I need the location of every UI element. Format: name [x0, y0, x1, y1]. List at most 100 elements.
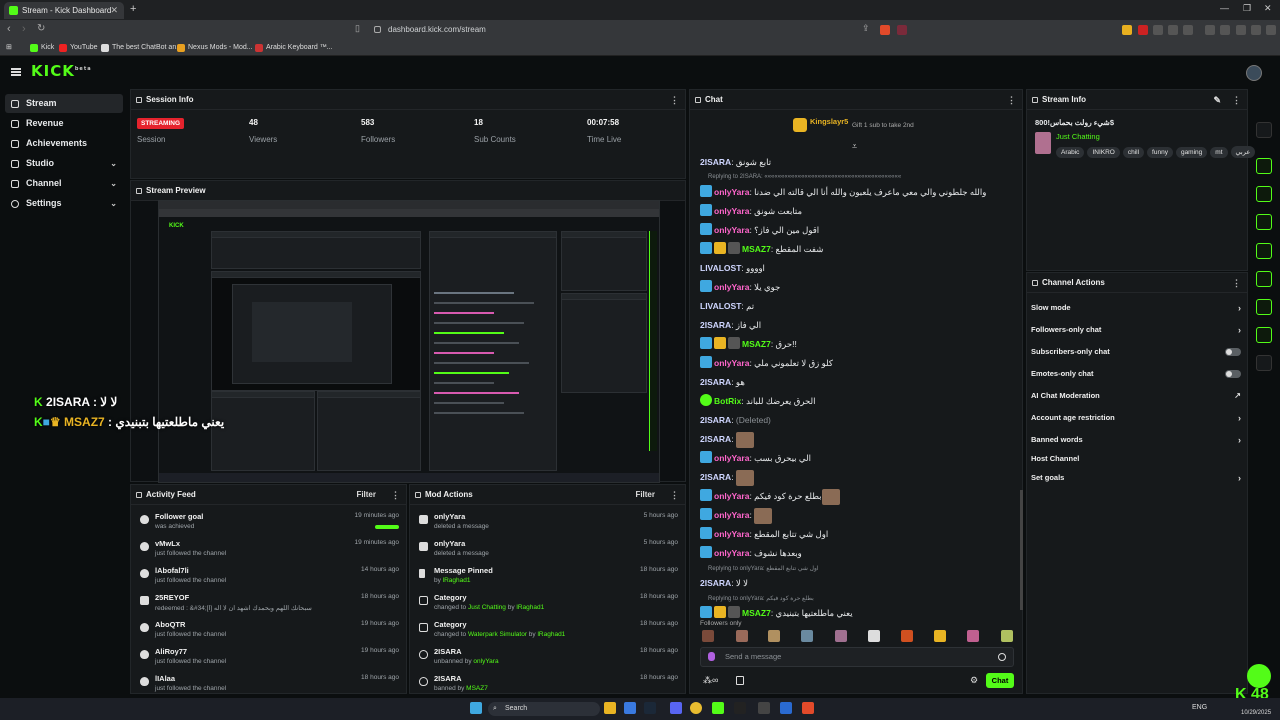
chat-message[interactable]: onlyYara: الي بيحرق بسب: [700, 450, 1020, 466]
phone-icon[interactable]: [1256, 214, 1272, 230]
sidebar-icon[interactable]: [1220, 25, 1230, 35]
chat-message[interactable]: BotRix: الحرق يعرضك للباند: [700, 393, 1020, 409]
more-options-icon[interactable]: ⋮: [670, 485, 679, 505]
rail-icon[interactable]: [1256, 158, 1272, 174]
emote-icon[interactable]: [702, 630, 714, 642]
chat-message[interactable]: onlyYara: كلو زق لا تعلموني ملي: [700, 355, 1020, 371]
chat-message[interactable]: 2ISARA: لا لا: [700, 575, 1020, 591]
edit-icon[interactable]: ✎: [1213, 90, 1221, 110]
close-tab-icon[interactable]: ✕: [110, 2, 118, 19]
chat-username[interactable]: onlyYara: [714, 206, 749, 216]
emote-icon[interactable]: [835, 630, 847, 642]
obs-icon[interactable]: [734, 702, 746, 714]
bookmark-arabic-keyboard[interactable]: Arabic Keyboard ™...: [255, 42, 333, 53]
chat-username[interactable]: 2ISARA: [700, 377, 731, 387]
wallet-icon[interactable]: [1236, 25, 1246, 35]
infinity-icon[interactable]: ⁂∞: [703, 675, 718, 686]
extension-icon[interactable]: [1153, 25, 1163, 35]
set-goals-row[interactable]: Set goals ›: [1031, 468, 1245, 488]
pen-icon[interactable]: [1256, 122, 1272, 138]
steam-icon[interactable]: [644, 702, 656, 714]
emote-icon[interactable]: [868, 630, 880, 642]
chat-message[interactable]: LIVALOST: تم: [700, 298, 1020, 314]
maximize-icon[interactable]: ❐: [1243, 3, 1251, 14]
chat-username[interactable]: LIVALOST: [700, 263, 741, 273]
chat-emote[interactable]: [754, 507, 773, 524]
back-icon[interactable]: ‹: [7, 23, 11, 35]
broadcast-icon[interactable]: [1256, 271, 1272, 287]
chat-message[interactable]: 2ISARA:: [700, 469, 1020, 486]
bookmark-icon[interactable]: ▯: [355, 23, 360, 34]
emote-icon[interactable]: [901, 630, 913, 642]
chat-emote[interactable]: [735, 431, 754, 448]
emote-icon[interactable]: [736, 630, 748, 642]
chat-message[interactable]: onlyYara: والله جلطوني والي معي ماعرف يل…: [700, 184, 1020, 200]
slow-mode-row[interactable]: Slow mode ›: [1031, 298, 1245, 318]
emote-icon[interactable]: [967, 630, 979, 642]
more-options-icon[interactable]: ⋮: [1232, 90, 1241, 110]
chat-message[interactable]: 2ISARA:: [700, 431, 1020, 448]
windows-start-icon[interactable]: [470, 702, 482, 714]
sidebar-item-achievements[interactable]: Achievements: [5, 134, 123, 153]
vpn-icon[interactable]: [1251, 25, 1261, 35]
stream-category[interactable]: Just Chatting: [1056, 132, 1100, 141]
minimize-icon[interactable]: —: [1220, 3, 1229, 13]
close-window-icon[interactable]: ✕: [1264, 3, 1272, 14]
sidebar-item-settings[interactable]: Settings ⌄: [5, 194, 123, 213]
hamburger-menu-icon[interactable]: [11, 68, 21, 70]
menu-icon[interactable]: [1266, 25, 1276, 35]
bookmark-nexus[interactable]: Nexus Mods - Mod...: [177, 42, 253, 53]
emotes-only-toggle[interactable]: [1225, 370, 1241, 378]
chat-message[interactable]: onlyYara: جوي يلا: [700, 279, 1020, 295]
gear-icon[interactable]: ⚙: [970, 675, 978, 686]
chat-username[interactable]: onlyYara: [714, 225, 749, 235]
chat-message[interactable]: onlyYara: بطلع حرة كود فيكم: [700, 488, 1020, 505]
extension-icon[interactable]: [1138, 25, 1148, 35]
file-explorer-icon[interactable]: [604, 702, 616, 714]
taskbar-app-icon[interactable]: [780, 702, 792, 714]
media-icon[interactable]: [1205, 25, 1215, 35]
chat-message[interactable]: 2ISARA: الي فاز: [700, 317, 1020, 333]
chat-username[interactable]: onlyYara: [714, 529, 749, 539]
mic-icon[interactable]: [708, 652, 715, 661]
chat-message[interactable]: onlyYara:: [700, 507, 1020, 524]
more-options-icon[interactable]: ⋮: [391, 485, 400, 505]
chat-username[interactable]: MSAZ7: [742, 244, 771, 254]
sidebar-item-revenue[interactable]: Revenue: [5, 114, 123, 133]
emote-icon[interactable]: [934, 630, 946, 642]
chat-message[interactable]: 2ISARA: تابع شونق: [700, 154, 1020, 170]
sidebar-item-channel[interactable]: Channel ⌄: [5, 174, 123, 193]
pinned-user[interactable]: Kingslayr5: [810, 117, 848, 126]
chat-message[interactable]: 2ISARA: (Deleted): [700, 412, 1020, 428]
followers-only-row[interactable]: Followers-only chat ›: [1031, 320, 1245, 340]
chrome-icon[interactable]: [690, 702, 702, 714]
chat-username[interactable]: onlyYara: [714, 548, 749, 558]
discord-icon[interactable]: [670, 702, 682, 714]
chat-scrollbar[interactable]: [1020, 490, 1023, 610]
chat-username[interactable]: BotRix: [714, 396, 741, 406]
chat-username[interactable]: onlyYara: [714, 358, 749, 368]
chat-username[interactable]: onlyYara: [714, 491, 749, 501]
emote-icon[interactable]: [801, 630, 813, 642]
brave-rewards-icon[interactable]: [897, 25, 907, 35]
taskbar-app-icon[interactable]: [758, 702, 770, 714]
ai-moderation-row[interactable]: AI Chat Moderation ↗: [1031, 386, 1245, 406]
share-icon[interactable]: ⇪: [862, 23, 870, 34]
browser-tab[interactable]: Stream - Kick Dashboard ✕: [4, 2, 124, 19]
sidebar-item-stream[interactable]: Stream: [5, 94, 123, 113]
emote-icon[interactable]: [768, 630, 780, 642]
more-options-icon[interactable]: ⋮: [1007, 90, 1016, 110]
chat-username[interactable]: onlyYara: [714, 187, 749, 197]
chat-username[interactable]: LIVALOST: [700, 301, 741, 311]
filter-button[interactable]: Filter: [356, 485, 376, 505]
banned-words-row[interactable]: Banned words ›: [1031, 430, 1245, 450]
site-info-icon[interactable]: [374, 26, 381, 33]
stream-preview-video[interactable]: KICK: [158, 200, 660, 483]
chat-username[interactable]: 2ISARA: [700, 434, 731, 444]
kick-app-icon[interactable]: [712, 702, 724, 714]
chat-bubble-icon[interactable]: [1256, 243, 1272, 259]
chat-message[interactable]: onlyYara: وبعدها نشوف: [700, 545, 1020, 561]
calendar-icon[interactable]: [736, 676, 744, 685]
clock-date[interactable]: 10/29/2025: [1241, 710, 1271, 716]
brave-shield-icon[interactable]: [880, 25, 890, 35]
